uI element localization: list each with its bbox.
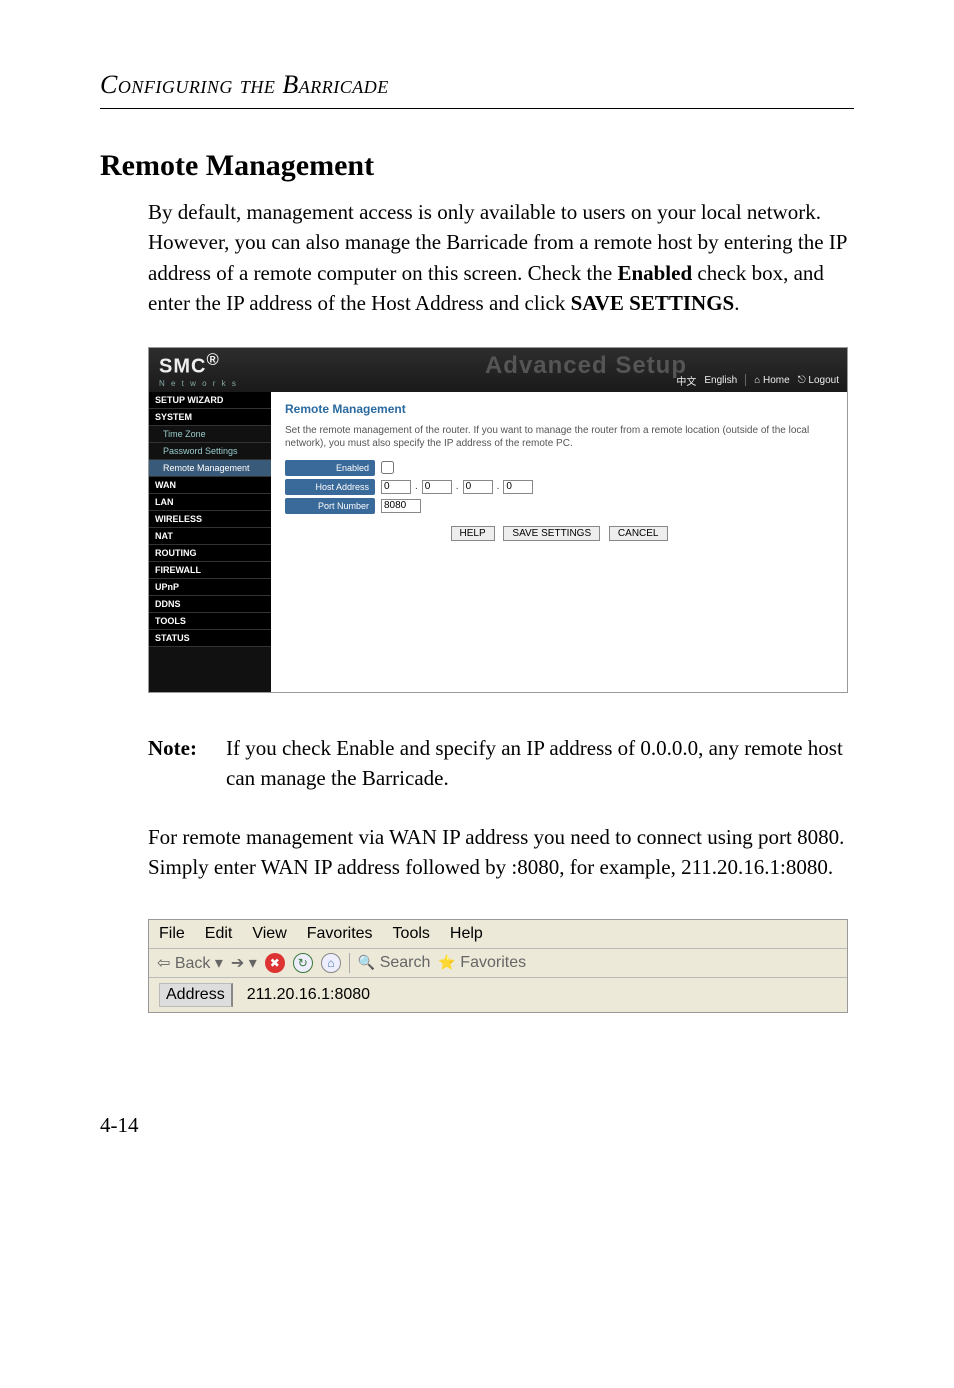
chapter-header: Configuring the Barricade: [100, 70, 854, 100]
router-sidebar: SETUP WIZARD SYSTEM Time Zone Password S…: [149, 392, 271, 692]
logout-link[interactable]: ⎋ Logout: [798, 375, 839, 386]
cancel-button[interactable]: CANCEL: [609, 526, 668, 541]
browser-toolbar: ⇦ Back ▾ ➔ ▾ ✖ ↻ ⌂ Search Favorites: [149, 949, 847, 978]
sidebar-password-settings[interactable]: Password Settings: [149, 443, 271, 460]
sidebar-ddns[interactable]: DDNS: [149, 596, 271, 613]
page-number: 4-14: [100, 1113, 854, 1138]
stop-icon[interactable]: ✖: [265, 953, 285, 973]
forward-button[interactable]: ➔ ▾: [231, 953, 257, 973]
header-rule: [100, 108, 854, 109]
section-title: Remote Management: [100, 149, 854, 183]
sidebar-wan[interactable]: WAN: [149, 477, 271, 494]
paragraph-remote-mgmt: For remote management via WAN IP address…: [148, 822, 854, 883]
host-address-label: Host Address: [285, 479, 375, 495]
home-icon[interactable]: ⌂: [321, 953, 341, 973]
advanced-setup-text: Advanced Setup: [485, 352, 687, 380]
sidebar-firewall[interactable]: FIREWALL: [149, 562, 271, 579]
note-label: Note:: [148, 733, 226, 794]
address-label: Address: [159, 983, 233, 1007]
host-octet-4[interactable]: [503, 480, 533, 494]
sidebar-lan[interactable]: LAN: [149, 494, 271, 511]
router-screenshot: SMC® N e t w o r k s Advanced Setup 中文 E…: [148, 347, 848, 693]
address-value[interactable]: 211.20.16.1:8080: [247, 986, 370, 1004]
favorites-button[interactable]: Favorites: [438, 954, 526, 972]
menu-help[interactable]: Help: [450, 925, 483, 943]
menu-view[interactable]: View: [252, 925, 286, 943]
router-main: Remote Management Set the remote managem…: [271, 392, 847, 692]
port-number-input[interactable]: [381, 499, 421, 513]
sidebar-time-zone[interactable]: Time Zone: [149, 426, 271, 443]
lang-chinese-link[interactable]: 中文: [676, 373, 696, 388]
sidebar-status[interactable]: STATUS: [149, 630, 271, 647]
note-text: If you check Enable and specify an IP ad…: [226, 733, 854, 794]
back-button[interactable]: ⇦ Back ▾: [157, 953, 223, 973]
address-bar: Address 211.20.16.1:8080: [149, 978, 847, 1012]
help-button[interactable]: HELP: [451, 526, 495, 541]
enabled-label: Enabled: [285, 460, 375, 476]
sidebar-wireless[interactable]: WIRELESS: [149, 511, 271, 528]
refresh-icon[interactable]: ↻: [293, 953, 313, 973]
panel-description: Set the remote management of the router.…: [285, 424, 833, 450]
lang-english-link[interactable]: English: [704, 375, 737, 386]
sidebar-setup-wizard[interactable]: SETUP WIZARD: [149, 392, 271, 409]
menu-favorites[interactable]: Favorites: [307, 925, 373, 943]
sidebar-system[interactable]: SYSTEM: [149, 409, 271, 426]
host-octet-1[interactable]: [381, 480, 411, 494]
host-octet-2[interactable]: [422, 480, 452, 494]
host-octet-3[interactable]: [463, 480, 493, 494]
router-header: SMC® N e t w o r k s Advanced Setup 中文 E…: [149, 348, 847, 392]
smc-logo: SMC® N e t w o r k s: [149, 346, 248, 392]
menu-file[interactable]: File: [159, 925, 185, 943]
sidebar-routing[interactable]: ROUTING: [149, 545, 271, 562]
top-links: 中文 English ⌂ Home ⎋ Logout: [676, 373, 839, 388]
intro-paragraph: By default, management access is only av…: [148, 197, 854, 319]
sidebar-tools[interactable]: TOOLS: [149, 613, 271, 630]
note-block: Note: If you check Enable and specify an…: [148, 733, 854, 794]
sidebar-nat[interactable]: NAT: [149, 528, 271, 545]
port-number-label: Port Number: [285, 498, 375, 514]
panel-title: Remote Management: [285, 402, 833, 416]
sidebar-upnp[interactable]: UPnP: [149, 579, 271, 596]
search-button[interactable]: Search: [358, 954, 431, 972]
menu-tools[interactable]: Tools: [393, 925, 430, 943]
save-settings-button[interactable]: SAVE SETTINGS: [503, 526, 600, 541]
enabled-checkbox[interactable]: [381, 461, 394, 474]
menu-edit[interactable]: Edit: [205, 925, 233, 943]
browser-menu: File Edit View Favorites Tools Help: [149, 920, 847, 949]
sidebar-remote-management[interactable]: Remote Management: [149, 460, 271, 477]
browser-screenshot: File Edit View Favorites Tools Help ⇦ Ba…: [148, 919, 848, 1013]
home-link[interactable]: ⌂ Home: [754, 375, 790, 386]
